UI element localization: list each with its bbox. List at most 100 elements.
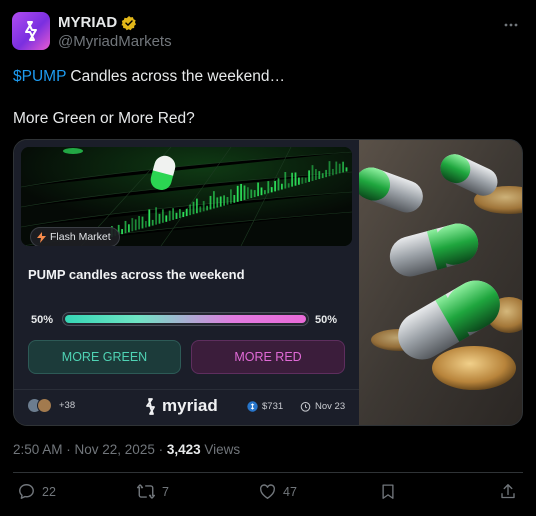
candle-mark bbox=[287, 183, 290, 188]
candle-mark bbox=[315, 169, 317, 180]
end-date-value: Nov 23 bbox=[315, 401, 346, 412]
repost-count: 7 bbox=[162, 484, 169, 499]
candle-mark bbox=[311, 165, 314, 181]
candle-mark bbox=[338, 163, 341, 174]
display-name[interactable]: MYRIAD bbox=[58, 14, 117, 31]
candle-mark bbox=[267, 181, 270, 194]
candle-mark bbox=[318, 171, 321, 180]
usdc-coin-icon bbox=[247, 401, 258, 412]
participant-avatar bbox=[37, 398, 52, 413]
candle-mark bbox=[182, 211, 185, 218]
candle-mark bbox=[175, 212, 178, 219]
candle-mark bbox=[128, 224, 130, 233]
candle-mark bbox=[162, 209, 164, 223]
flash-market-label: Flash Market bbox=[50, 231, 111, 243]
candle-mark bbox=[328, 161, 331, 177]
candle-mark bbox=[172, 208, 174, 220]
post-line-2: More Green or More Red? bbox=[13, 110, 195, 127]
clock-icon bbox=[300, 402, 311, 412]
cashtag-link[interactable]: $PUMP bbox=[13, 68, 66, 85]
candle-mark bbox=[189, 204, 191, 216]
participants-count: +38 bbox=[59, 400, 76, 411]
like-count: 47 bbox=[283, 484, 297, 499]
candle-mark bbox=[298, 177, 300, 185]
handle[interactable]: @MyriadMarkets bbox=[58, 33, 172, 50]
candle-mark bbox=[213, 191, 215, 209]
candle-mark bbox=[151, 219, 154, 226]
action-bar: 22 7 47 bbox=[0, 482, 536, 508]
post-line-1-text: Candles across the weekend… bbox=[66, 68, 285, 85]
candle-mark bbox=[257, 182, 259, 197]
repost-button[interactable]: 7 bbox=[136, 482, 169, 501]
card-divider bbox=[14, 389, 359, 390]
more-red-button[interactable]: MORE RED bbox=[191, 340, 345, 374]
candle-mark bbox=[335, 161, 338, 175]
candle-mark bbox=[185, 208, 188, 217]
reply-count: 22 bbox=[42, 484, 56, 499]
participants: +38 bbox=[27, 398, 75, 413]
market-panel: Flash Market PUMP candles across the wee… bbox=[14, 140, 359, 425]
candle-mark bbox=[325, 169, 327, 178]
candle-mark bbox=[168, 210, 171, 221]
post-line-1: $PUMP Candles across the weekend… bbox=[13, 66, 523, 87]
like-button[interactable]: 47 bbox=[258, 482, 297, 501]
candle-mark bbox=[233, 195, 236, 203]
candle-mark bbox=[294, 172, 297, 186]
myriad-logo-icon bbox=[25, 21, 37, 41]
repost-icon bbox=[136, 484, 156, 499]
candle-mark bbox=[158, 213, 161, 224]
candle-mark bbox=[141, 216, 144, 229]
candle-mark bbox=[219, 196, 222, 207]
candle-mark bbox=[202, 201, 205, 212]
name-row: MYRIAD bbox=[58, 14, 137, 31]
reply-button[interactable]: 22 bbox=[17, 482, 56, 501]
myriad-logo-icon bbox=[146, 397, 155, 415]
candle-mark bbox=[121, 229, 123, 235]
candle-mark bbox=[250, 189, 253, 199]
candle-mark bbox=[281, 183, 283, 190]
more-green-button[interactable]: MORE GREEN bbox=[28, 340, 181, 374]
volume: $731 bbox=[247, 401, 283, 412]
hero-chart-image: Flash Market bbox=[21, 147, 352, 246]
candle-mark bbox=[301, 177, 304, 184]
volume-value: $731 bbox=[262, 401, 284, 412]
candle-mark bbox=[253, 190, 256, 198]
candle-mark bbox=[216, 197, 219, 208]
candle-mark bbox=[284, 172, 287, 189]
candle-mark bbox=[124, 220, 127, 234]
avatar[interactable] bbox=[12, 12, 50, 50]
participant-avatars bbox=[27, 398, 52, 413]
end-date: Nov 23 bbox=[300, 401, 345, 412]
flash-market-badge: Flash Market bbox=[30, 227, 120, 246]
share-button[interactable] bbox=[499, 482, 517, 501]
candle-mark bbox=[247, 187, 249, 199]
candle-mark bbox=[270, 187, 273, 193]
post-header: MYRIAD @MyriadMarkets bbox=[12, 12, 524, 56]
candle-mark bbox=[342, 161, 344, 173]
candle-mark bbox=[345, 167, 348, 172]
bookmark-icon bbox=[382, 484, 394, 499]
candle-mark bbox=[155, 207, 157, 225]
odds-bar-fill bbox=[65, 315, 306, 323]
candle-mark bbox=[134, 219, 137, 231]
candle-mark bbox=[138, 215, 140, 230]
candle-mark bbox=[308, 170, 310, 182]
candle-mark bbox=[192, 201, 195, 215]
post-timestamp[interactable]: 2:50 AM · Nov 22, 2025 · 3,423 Views bbox=[13, 442, 240, 457]
capsules-illustration bbox=[359, 140, 522, 425]
candle-mark bbox=[236, 185, 239, 202]
candle-mark bbox=[148, 209, 151, 227]
market-card[interactable]: Flash Market PUMP candles across the wee… bbox=[13, 139, 523, 426]
candle-mark bbox=[321, 173, 324, 179]
reply-icon bbox=[19, 484, 34, 499]
candle-mark bbox=[260, 187, 263, 196]
bookmark-button[interactable] bbox=[379, 482, 397, 501]
candle-mark bbox=[274, 181, 276, 192]
candle-mark bbox=[230, 189, 232, 204]
heart-icon bbox=[259, 484, 276, 499]
candle-mark bbox=[209, 195, 212, 210]
timestamp-text[interactable]: 2:50 AM · Nov 22, 2025 · bbox=[13, 442, 167, 457]
more-options-button[interactable] bbox=[500, 14, 522, 36]
verified-badge-icon[interactable] bbox=[121, 15, 137, 31]
